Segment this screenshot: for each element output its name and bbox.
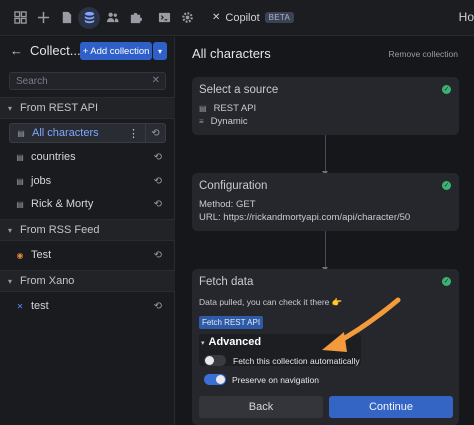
collection-item-countries[interactable]: ▤ countries ⟲ (9, 147, 166, 167)
fetch-data-card: Fetch data ✓ Data pulled, you can check … (192, 269, 459, 425)
sync-icon[interactable]: ⟲ (145, 123, 165, 143)
rss-icon: ◉ (16, 250, 24, 260)
preserve-navigation-toggle[interactable] (204, 374, 226, 385)
copilot-button[interactable]: ✕ Copilot BETA (212, 11, 295, 24)
terminal-icon[interactable] (153, 7, 175, 29)
config-method: Method: GET (199, 199, 256, 210)
add-icon[interactable] (32, 7, 54, 29)
step-connector (322, 231, 328, 272)
source-type: ▤ REST API (199, 103, 256, 114)
chevron-down-icon: ▾ (8, 225, 13, 235)
page-title: All characters (192, 46, 271, 61)
preserve-navigation-label: Preserve on navigation (232, 375, 319, 385)
source-card[interactable]: Select a source ✓ ▤ REST API ≡ Dynamic (192, 77, 459, 135)
back-button[interactable]: Back (199, 396, 323, 418)
search-box: ✕ (9, 72, 166, 90)
collections-panel: ← Collect... + Add collection ▾ ✕ ▾ From… (0, 37, 175, 425)
fetch-rest-api-button[interactable]: Fetch REST API (199, 316, 263, 329)
step-connector (322, 135, 328, 176)
card-title: Select a source (199, 84, 279, 96)
collection-item-all-characters[interactable]: ▤ All characters ⋮ ⟲ (9, 123, 166, 143)
continue-button[interactable]: Continue (329, 396, 453, 418)
settings-icon[interactable] (176, 7, 198, 29)
advanced-label: Advanced (208, 336, 262, 348)
plugin-icon[interactable] (124, 7, 146, 29)
sync-icon[interactable]: ⟲ (154, 301, 162, 312)
pages-icon[interactable] (9, 7, 31, 29)
search-input[interactable] (10, 73, 165, 90)
collection-item-test-rss[interactable]: ◉ Test ⟲ (9, 245, 166, 265)
chevron-down-icon: ▾ (201, 340, 205, 347)
remove-collection-button[interactable]: Remove collection (389, 49, 458, 59)
collection-icon: ▤ (16, 199, 24, 209)
collection-item-rick-morty[interactable]: ▤ Rick & Morty ⟲ (9, 194, 166, 214)
copilot-label: Copilot (225, 11, 260, 24)
sync-icon[interactable]: ⟲ (154, 176, 162, 187)
beta-badge: BETA (264, 12, 295, 23)
card-title: Configuration (199, 180, 268, 192)
panel-title: Collect... (30, 43, 81, 58)
collection-label: jobs (31, 175, 52, 187)
section-label: From RSS Feed (20, 224, 100, 236)
add-collection-button[interactable]: + Add collection (80, 42, 152, 60)
users-icon[interactable] (101, 7, 123, 29)
rest-api-icon: ▤ (199, 104, 207, 113)
source-mode-label: Dynamic (210, 116, 248, 127)
configuration-card[interactable]: Configuration ✓ Method: GET URL: https:/… (192, 173, 459, 231)
back-arrow-icon[interactable]: ← (10, 43, 23, 58)
source-mode: ≡ Dynamic (199, 116, 248, 127)
database-icon: ≡ (199, 117, 204, 126)
collection-label: countries (31, 151, 76, 163)
check-icon: ✓ (442, 277, 451, 286)
collection-item-jobs[interactable]: ▤ jobs ⟲ (9, 171, 166, 191)
sync-icon[interactable]: ⟲ (154, 152, 162, 163)
fetch-note: Data pulled, you can check it there 👉 (199, 297, 343, 307)
advanced-section: ▾ Advanced Fetch this collection automati… (199, 334, 361, 366)
section-label: From Xano (20, 275, 75, 287)
config-url: URL: https://rickandmortyapi.com/api/cha… (199, 212, 411, 223)
document-icon[interactable] (55, 7, 77, 29)
advanced-toggle[interactable]: ▾ Advanced (201, 336, 261, 348)
more-options-icon[interactable]: ⋮ (128, 127, 139, 140)
section-rest-api[interactable]: ▾ From REST API (0, 97, 175, 119)
chevron-down-icon: ▾ (8, 276, 13, 286)
collection-icon: ▤ (16, 176, 24, 186)
fetch-automatically-toggle[interactable] (204, 355, 226, 366)
collection-item-test-xano[interactable]: ✕ test ⟲ (9, 296, 166, 316)
add-collection-dropdown[interactable]: ▾ (153, 42, 167, 60)
collection-detail-panel: All characters Remove collection Select … (176, 37, 474, 425)
xano-icon: ✕ (16, 301, 24, 311)
section-rss-feed[interactable]: ▾ From RSS Feed (0, 219, 175, 241)
chevron-down-icon: ▾ (157, 46, 162, 56)
collection-icon: ▤ (16, 152, 24, 162)
chevron-down-icon: ▾ (8, 103, 13, 113)
collection-label: Rick & Morty (31, 198, 94, 210)
sync-icon[interactable]: ⟲ (154, 250, 162, 261)
collection-label: All characters (32, 127, 99, 139)
check-icon: ✓ (442, 181, 451, 190)
source-type-label: REST API (213, 103, 257, 114)
section-label: From REST API (20, 102, 99, 114)
check-icon: ✓ (442, 85, 451, 94)
clear-search-icon[interactable]: ✕ (152, 75, 160, 86)
toolbar-right-text: Ho (458, 10, 474, 24)
card-title: Fetch data (199, 276, 254, 288)
fetch-automatically-label: Fetch this collection automatically (233, 356, 360, 366)
sync-icon[interactable]: ⟲ (154, 199, 162, 210)
database-icon[interactable] (78, 6, 100, 29)
top-toolbar: ✕ Copilot BETA Ho (0, 0, 474, 36)
collection-label: test (31, 300, 49, 312)
section-xano[interactable]: ▾ From Xano (0, 270, 175, 292)
copilot-icon: ✕ (212, 12, 221, 23)
collection-icon: ▤ (17, 128, 25, 138)
collection-label: Test (31, 249, 52, 261)
